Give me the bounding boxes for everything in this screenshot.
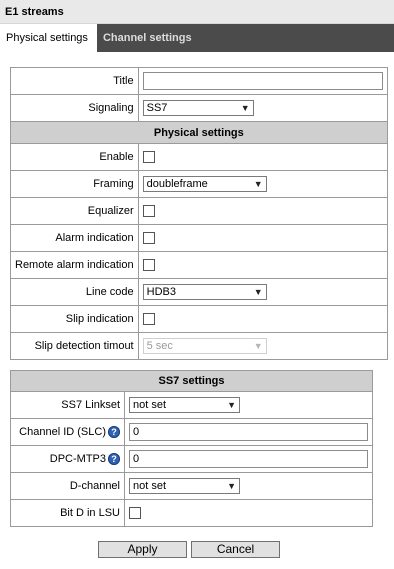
channel-id-label: Channel ID (SLC) [19,425,106,438]
enable-label: Enable [10,143,139,171]
framing-value: doubleframe [146,178,208,190]
title-label: Title [10,67,139,95]
signaling-value: SS7 [146,102,168,114]
bit-d-lsu-checkbox[interactable] [129,507,141,520]
dpc-mtp3-label: DPC-MTP3 [49,452,106,465]
dpc-mtp3-label-cell: DPC-MTP3? [10,445,125,473]
ss7-linkset-label: SS7 Linkset [10,391,125,419]
cancel-button[interactable]: Cancel [191,541,280,558]
physical-settings-form: Title Signaling SS7 ▼ Physical settings E… [10,67,388,360]
physical-settings-header: Physical settings [10,121,388,144]
line-code-label: Line code [10,278,139,306]
slip-indication-label: Slip indication [10,305,139,333]
channel-id-input[interactable] [129,423,368,441]
equalizer-checkbox[interactable] [142,205,155,218]
ss7-linkset-select[interactable]: not set ▼ [129,397,240,413]
alarm-indication-label: Alarm indication [10,224,139,252]
slip-detection-select: 5 sec ▼ [142,338,267,354]
ss7-linkset-value: not set [133,399,167,411]
channel-id-label-cell: Channel ID (SLC)? [10,418,125,446]
framing-label: Framing [10,170,139,198]
line-code-value: HDB3 [146,286,176,298]
ss7-settings-header: SS7 settings [10,370,373,392]
alarm-indication-checkbox[interactable] [142,232,155,245]
equalizer-label: Equalizer [10,197,139,225]
help-icon[interactable]: ? [108,453,120,466]
enable-checkbox[interactable] [142,151,155,164]
slip-detection-value: 5 sec [146,340,173,352]
line-code-select[interactable]: HDB3 ▼ [142,284,267,300]
remote-alarm-indication-checkbox[interactable] [142,259,155,272]
tab-channel-settings[interactable]: Channel settings [97,24,201,52]
dpc-mtp3-input[interactable] [129,450,368,468]
signaling-select[interactable]: SS7 ▼ [142,100,254,116]
remote-alarm-indication-label: Remote alarm indication [10,251,139,279]
chevron-down-icon: ▼ [253,341,263,351]
signaling-label: Signaling [10,94,139,122]
slip-detection-label: Slip detection timout [10,332,139,360]
window-title: E1 streams [0,0,394,24]
ss7-settings-form: SS7 settings SS7 Linkset not set ▼ Channe… [10,370,373,527]
chevron-down-icon: ▼ [227,400,236,410]
chevron-down-icon: ▼ [240,103,250,113]
d-channel-select[interactable]: not set ▼ [129,478,240,494]
apply-button[interactable]: Apply [98,541,187,558]
d-channel-label: D-channel [10,472,125,500]
help-icon[interactable]: ? [108,426,120,439]
framing-select[interactable]: doubleframe ▼ [142,176,267,192]
form-buttons: Apply Cancel [98,541,280,558]
d-channel-value: not set [133,480,167,492]
title-input[interactable] [142,72,383,90]
chevron-down-icon: ▼ [253,287,263,297]
tab-physical-settings[interactable]: Physical settings [0,24,97,52]
chevron-down-icon: ▼ [253,179,263,189]
bit-d-lsu-label: Bit D in LSU [10,499,125,527]
slip-indication-checkbox[interactable] [142,313,155,326]
tab-bar: Physical settings Channel settings [0,24,394,52]
chevron-down-icon: ▼ [227,481,236,491]
